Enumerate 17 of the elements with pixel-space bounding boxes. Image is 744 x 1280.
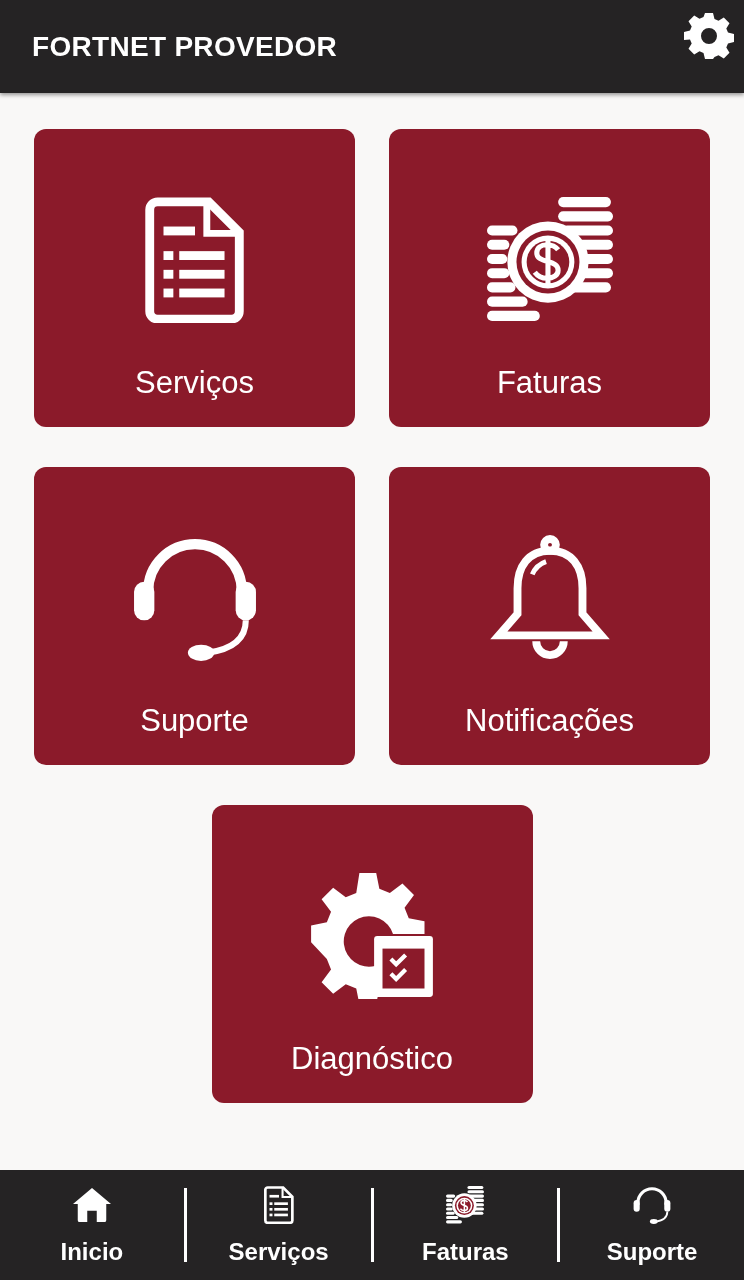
menu-tile[interactable]: Serviços bbox=[34, 129, 355, 427]
nav-tab[interactable]: Faturas bbox=[373, 1170, 558, 1280]
nav-tab[interactable]: Suporte bbox=[560, 1170, 744, 1280]
nav-tab[interactable]: Serviços bbox=[186, 1170, 371, 1280]
menu-tile[interactable]: Faturas bbox=[389, 129, 710, 427]
nav-tab[interactable]: Inicio bbox=[0, 1170, 184, 1280]
coins-icon bbox=[486, 197, 613, 323]
gear-checklist-icon bbox=[309, 873, 435, 999]
headset-icon bbox=[633, 1186, 672, 1224]
coins-icon bbox=[446, 1186, 485, 1224]
settings-button[interactable] bbox=[684, 10, 734, 61]
menu-tile[interactable]: Suporte bbox=[34, 467, 355, 765]
menu-tile[interactable]: Diagnóstico bbox=[211, 805, 533, 1103]
app-title: FORTNET PROVEDOR bbox=[32, 30, 338, 63]
menu-tile[interactable]: Notificações bbox=[389, 467, 710, 765]
home-icon bbox=[72, 1186, 111, 1224]
settings-icon bbox=[684, 10, 734, 61]
